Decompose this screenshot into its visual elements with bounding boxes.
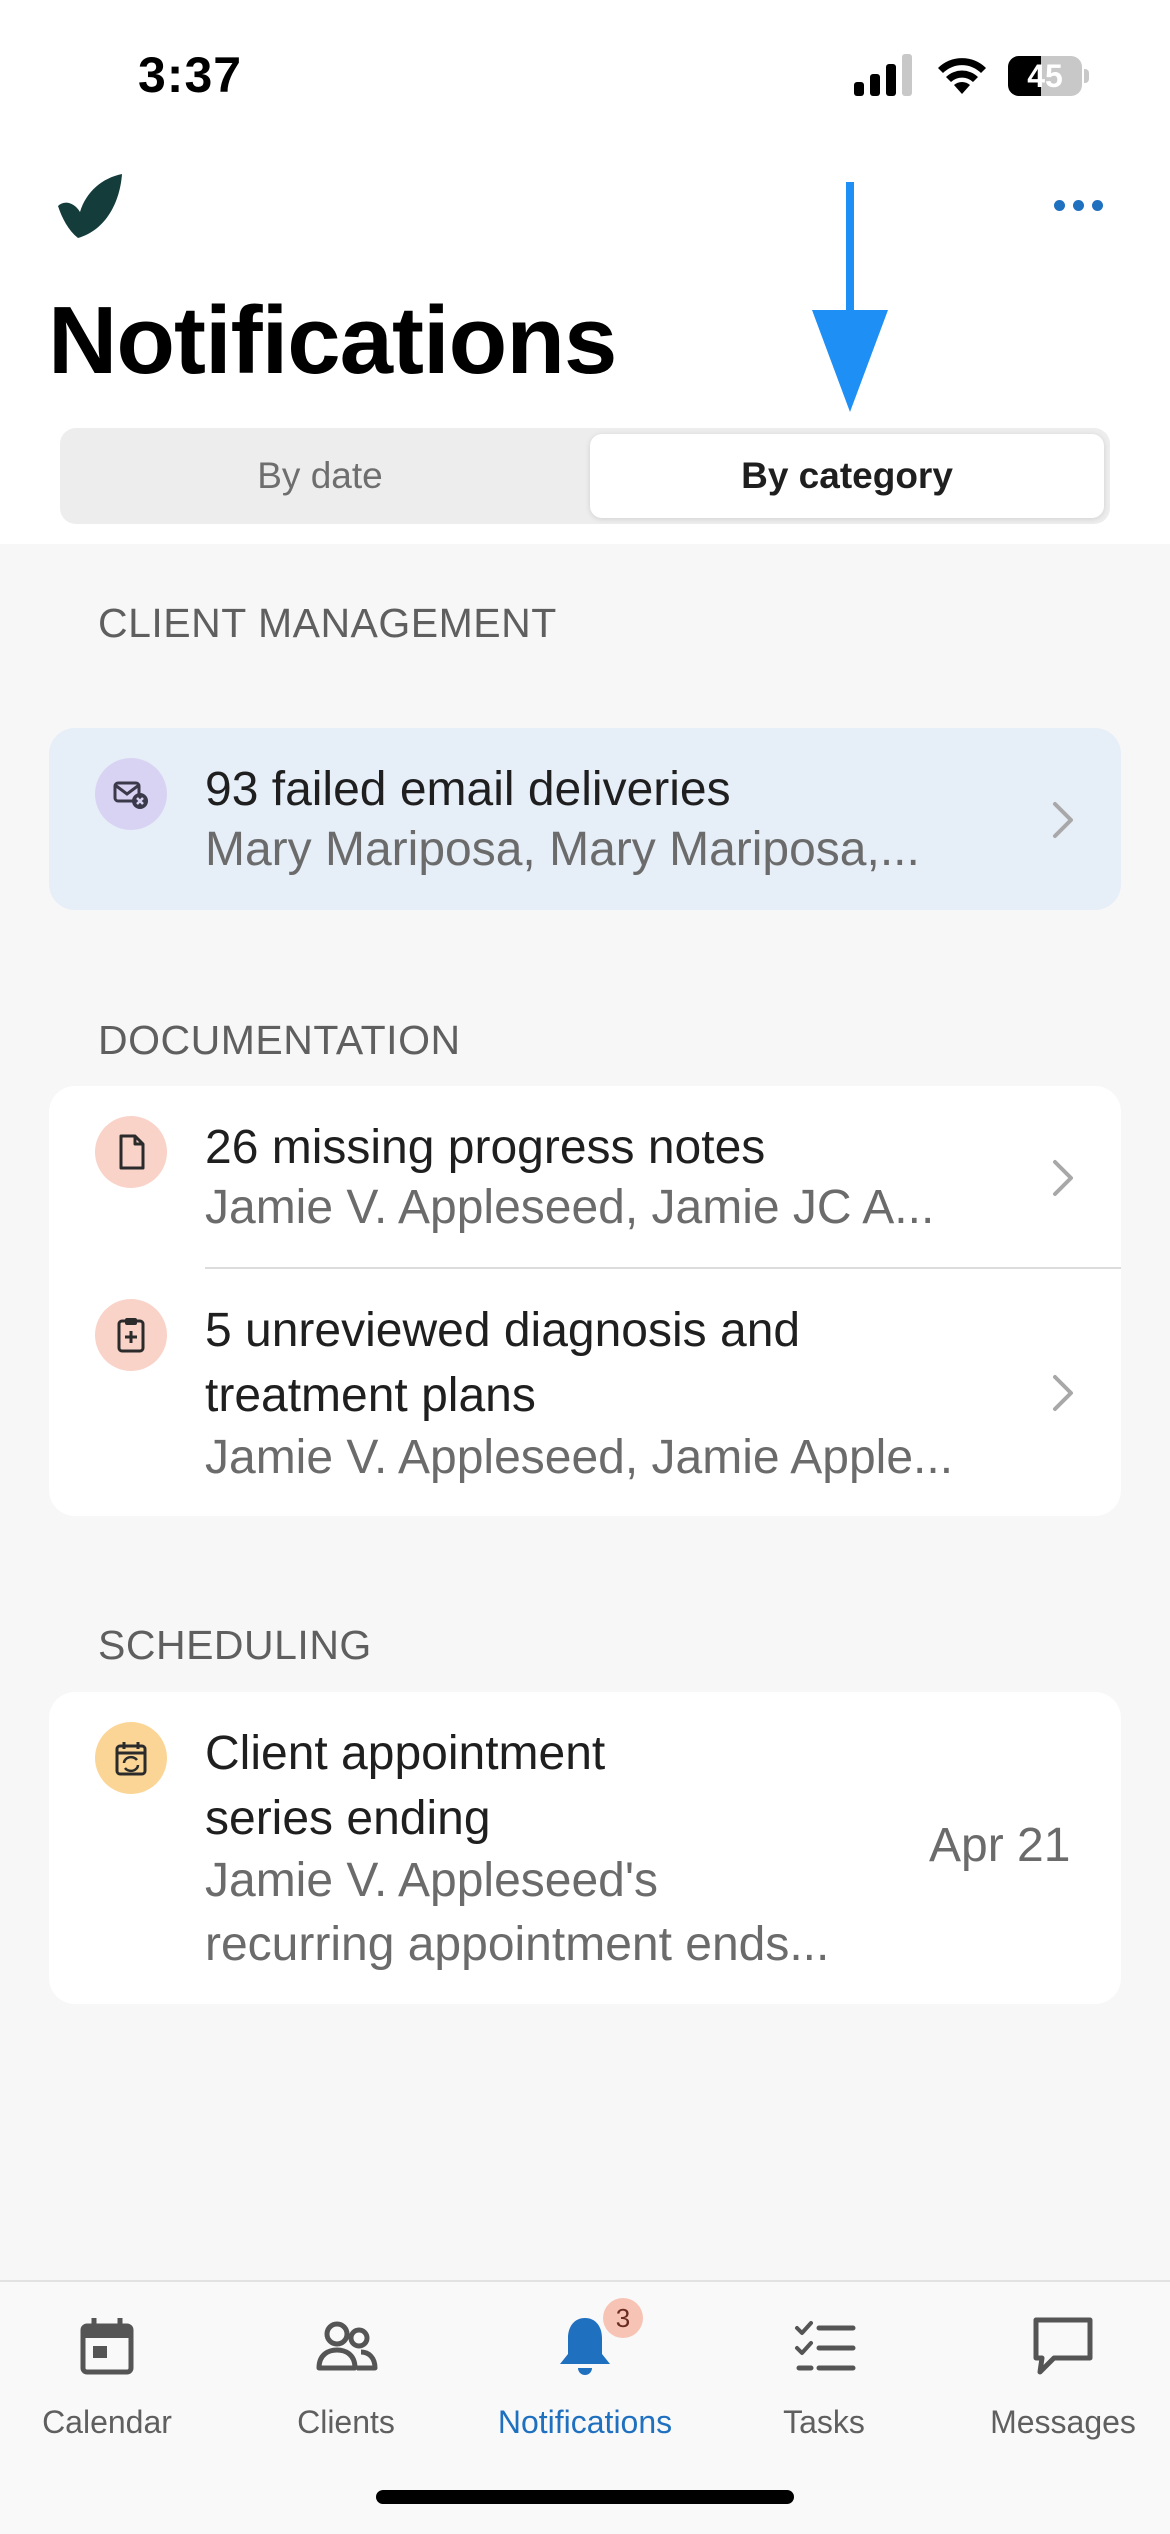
tab-calendar[interactable]: Calendar <box>0 2312 217 2452</box>
row-subtitle: Jamie V. Appleseed, Jamie Apple... <box>205 1431 954 1484</box>
wifi-icon <box>938 58 986 94</box>
notification-row-failed-emails[interactable]: 93 failed email deliveries Mary Mariposa… <box>49 728 1121 910</box>
tab-clients[interactable]: Clients <box>236 2312 456 2452</box>
more-dot <box>1092 199 1103 211</box>
cellular-signal-icon <box>854 54 912 96</box>
tasks-icon <box>795 2321 856 2371</box>
row-subtitle-line1: Jamie V. Appleseed's <box>205 1854 659 1907</box>
battery-icon: 45 <box>1008 56 1089 96</box>
tab-label: Notifications <box>497 2404 673 2440</box>
section-header-client-management: CLIENT MANAGEMENT <box>98 600 557 646</box>
message-icon <box>1033 2317 1093 2375</box>
row-title: 93 failed email deliveries <box>205 763 731 816</box>
app-logo-icon <box>58 174 122 238</box>
documentation-card: 26 missing progress notes Jamie V. Apple… <box>49 1086 1121 1516</box>
chevron-right-icon <box>1053 802 1073 838</box>
annotation-arrow-icon <box>812 182 888 412</box>
battery-level: 45 <box>1027 58 1063 94</box>
notification-row-unreviewed-plans[interactable]: 5 unreviewed diagnosis and treatment pla… <box>49 1269 1121 1516</box>
document-icon <box>95 1116 167 1188</box>
notification-badge: 3 <box>603 2298 643 2338</box>
tab-tasks[interactable]: Tasks <box>714 2312 934 2452</box>
row-title-line2: treatment plans <box>205 1369 536 1422</box>
section-header-documentation: DOCUMENTATION <box>98 1017 461 1063</box>
mail-error-icon <box>95 758 167 830</box>
more-options-button[interactable] <box>1054 190 1114 220</box>
clipboard-plus-icon <box>95 1299 167 1371</box>
clients-icon <box>316 2321 378 2371</box>
row-subtitle: Jamie V. Appleseed, Jamie JC A... <box>205 1181 935 1234</box>
row-subtitle: Mary Mariposa, Mary Mariposa,... <box>205 823 920 876</box>
tab-notifications[interactable]: 3 Notifications <box>475 2298 695 2452</box>
calendar-icon <box>80 2318 134 2375</box>
row-title-line2: series ending <box>205 1792 491 1845</box>
tab-label: Clients <box>297 2404 395 2440</box>
view-segmented-control: By date By category <box>60 428 1110 524</box>
chevron-right-icon <box>1053 1160 1073 1196</box>
section-header-scheduling: SCHEDULING <box>98 1622 372 1668</box>
row-title: 26 missing progress notes <box>205 1121 766 1174</box>
row-title-line1: Client appointment <box>205 1727 606 1780</box>
tab-messages[interactable]: Messages <box>953 2312 1170 2452</box>
client-management-card: 93 failed email deliveries Mary Mariposa… <box>49 728 1121 910</box>
tab-label: Messages <box>990 2404 1136 2440</box>
more-dot <box>1073 199 1084 211</box>
row-subtitle-line2: recurring appointment ends... <box>205 1918 830 1971</box>
tab-label: Tasks <box>783 2404 865 2440</box>
chevron-right-icon <box>1053 1375 1073 1411</box>
scheduling-card: Client appointment series ending Jamie V… <box>49 1692 1121 2004</box>
row-title-line1: 5 unreviewed diagnosis and <box>205 1304 801 1357</box>
segment-by-category[interactable]: By category <box>590 434 1104 518</box>
page-title: Notifications <box>48 287 617 394</box>
segment-by-date[interactable]: By date <box>60 428 580 524</box>
notification-row-series-ending[interactable]: Client appointment series ending Jamie V… <box>49 1692 1121 2004</box>
more-dot <box>1054 199 1065 211</box>
notification-date: Apr 21 <box>929 1819 1071 1872</box>
status-time: 3:37 <box>138 47 243 103</box>
notification-row-missing-notes[interactable]: 26 missing progress notes Jamie V. Apple… <box>49 1086 1121 1268</box>
calendar-repeat-icon <box>95 1722 167 1794</box>
tab-label: Calendar <box>42 2404 172 2440</box>
home-indicator <box>376 2490 794 2504</box>
